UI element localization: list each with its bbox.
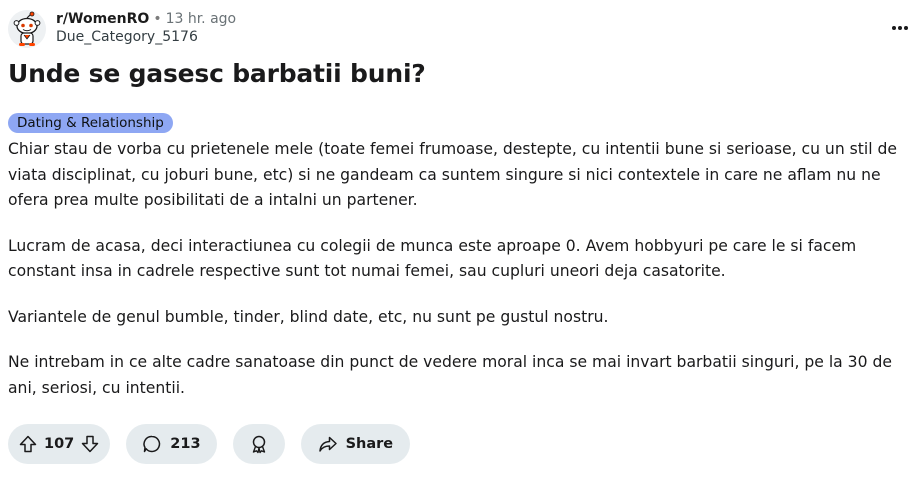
more-horizontal-icon: [892, 26, 908, 30]
subreddit-avatar-icon[interactable]: [8, 10, 46, 48]
downvote-button[interactable]: [80, 434, 100, 454]
vote-pill: 107: [8, 424, 111, 464]
meta-line: r/WomenRO • 13 hr. ago: [56, 10, 236, 28]
author-link[interactable]: Due_Category_5176: [56, 28, 236, 46]
share-button[interactable]: Share: [300, 424, 411, 464]
subreddit-link[interactable]: r/WomenRO: [56, 11, 149, 27]
downvote-arrow-icon: [82, 435, 99, 453]
post-time: 13 hr. ago: [165, 11, 237, 27]
comments-button[interactable]: 213: [126, 424, 217, 464]
post-paragraph: Variantele de genul bumble, tinder, blin…: [8, 307, 609, 326]
meta-separator: •: [153, 11, 162, 27]
comment-count: 213: [170, 436, 201, 452]
upvote-arrow-icon: [19, 435, 37, 453]
post-header: r/WomenRO • 13 hr. ago Due_Category_5176: [8, 8, 916, 48]
post-paragraph: Ne intrebam in ce alte cadre sanatoase d…: [8, 353, 892, 397]
award-button[interactable]: [232, 424, 285, 464]
more-options-button[interactable]: [888, 16, 912, 40]
upvote-button[interactable]: [18, 434, 38, 454]
vote-count: 107: [44, 436, 75, 452]
post-paragraph: Chiar stau de vorba cu prietenele mele (…: [8, 140, 898, 209]
post-meta: r/WomenRO • 13 hr. ago Due_Category_5176: [56, 10, 236, 46]
post-body: Chiar stau de vorba cu prietenele mele (…: [8, 137, 920, 421]
share-label: Share: [345, 436, 394, 452]
share-arrow-icon: [318, 436, 337, 452]
comment-bubble-icon: [143, 435, 161, 453]
post-paragraph: Lucram de acasa, deci interactiunea cu c…: [8, 236, 857, 281]
award-icon: [252, 435, 265, 454]
post-title: Unde se gasesc barbatii buni?: [8, 59, 426, 88]
post-flair[interactable]: Dating & Relationship: [8, 113, 173, 133]
post-actions: 107 213 Share: [8, 424, 411, 464]
